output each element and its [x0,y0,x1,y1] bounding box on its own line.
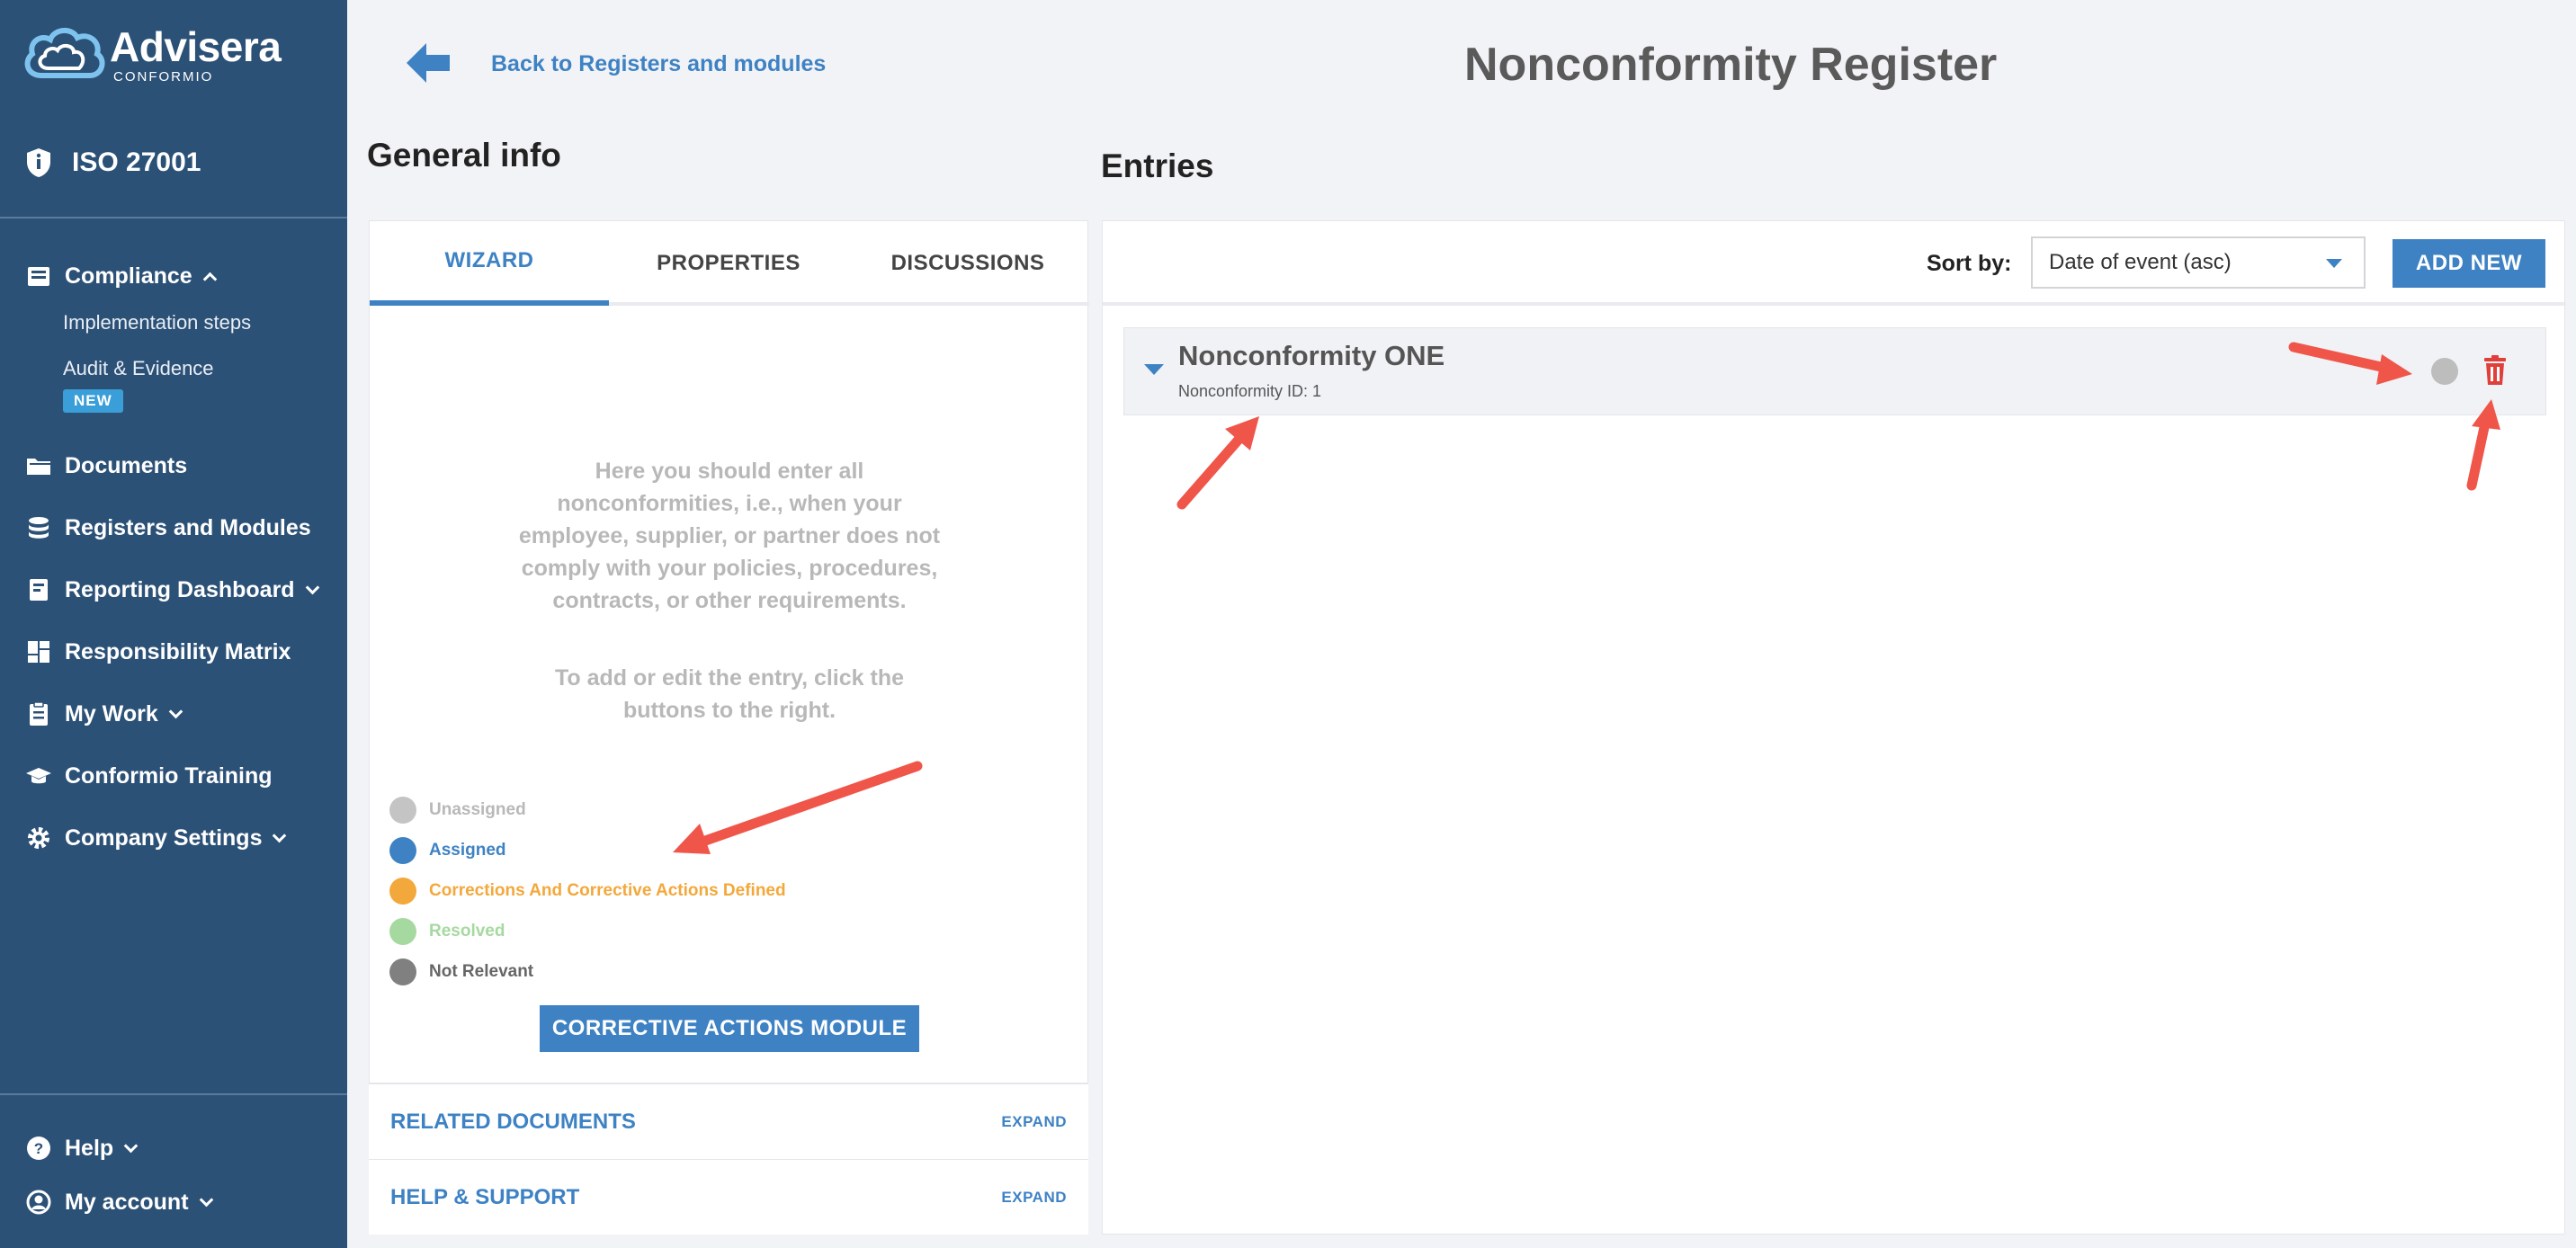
back-arrow-icon[interactable] [407,43,450,83]
sidebar-item-label: Help [65,1135,114,1161]
sidebar-item-label: Reporting Dashboard [65,576,295,602]
sidebar-item-label: Registers and Modules [65,514,311,540]
sidebar-item-conformio-training[interactable]: Conformio Training [25,762,273,789]
expand-button[interactable]: EXPAND [1001,1189,1067,1207]
svg-text:?: ? [34,1140,43,1157]
logo-sub: CONFORMIO [113,68,214,85]
inbox-icon [28,267,49,286]
folder-icon [27,459,50,475]
sidebar-item-reporting-dashboard[interactable]: Reporting Dashboard [25,576,319,603]
sidebar-divider [0,1093,347,1095]
sidebar-item-compliance[interactable]: Compliance [25,263,217,290]
shield-icon [27,148,50,177]
tab-properties[interactable]: PROPERTIES [609,221,848,306]
database-icon [29,517,49,539]
legend-label: Corrections And Corrective Actions Defin… [429,881,786,900]
legend-label: Resolved [429,922,505,940]
logo-name: Advisera [110,22,282,70]
annotation-arrow-icon [673,761,923,854]
sidebar-item-label: Responsibility Matrix [65,638,291,664]
sidebar-item-label: Company Settings [65,825,263,851]
legend-label: Unassigned [429,800,526,819]
entries-toolbar: Sort by: Date of event (asc) ADD NEW [1103,221,2566,306]
chevron-down-icon [273,828,287,842]
status-dot-icon [389,797,416,824]
new-badge: NEW [63,389,123,413]
entry-title: Nonconformity ONE [1178,340,1445,371]
sort-value: Date of event (asc) [2049,250,2232,274]
sidebar-item-label: Documents [65,452,188,478]
advisera-logo[interactable]: Advisera CONFORMIO [22,22,282,86]
clipboard-icon [30,701,48,726]
standard-label: ISO 27001 [72,147,201,177]
legend-label: Not Relevant [429,962,534,981]
sidebar: Advisera CONFORMIO ISO 27001 Compliance … [0,0,347,1248]
tab-discussions[interactable]: DISCUSSIONS [848,221,1087,306]
standard-selector[interactable]: ISO 27001 [25,147,201,178]
user-circle-icon [26,1190,51,1215]
expand-button[interactable]: EXPAND [1001,1113,1067,1131]
sidebar-item-my-account[interactable]: My account [25,1189,213,1216]
help-icon: ? [27,1137,50,1160]
page-title: Nonconformity Register [1464,39,1998,91]
report-icon [30,579,48,601]
sidebar-subitem-implementation-steps[interactable]: Implementation steps [63,311,251,334]
add-new-button[interactable]: ADD NEW [2393,239,2545,288]
related-documents-accordion[interactable]: RELATED DOCUMENTS EXPAND [369,1083,1088,1159]
legend-assigned: Assigned [389,837,506,864]
legend-not-relevant: Not Relevant [389,958,533,985]
dropdown-caret-icon [2326,259,2342,268]
chevron-up-icon [202,272,217,286]
tab-wizard[interactable]: WIZARD [370,221,609,306]
chevron-down-icon [305,580,319,594]
entry-id: Nonconformity ID: 1 [1178,382,1322,400]
sidebar-item-company-settings[interactable]: Company Settings [25,825,287,851]
grid-icon [28,641,49,663]
sidebar-item-help[interactable]: ? Help [25,1135,139,1162]
accordion-title: HELP & SUPPORT [390,1184,580,1209]
general-info-tabs: WIZARD PROPERTIES DISCUSSIONS [370,221,1089,306]
sidebar-item-my-work[interactable]: My Work [25,700,183,727]
graduation-cap-icon [26,768,51,784]
legend-corrections-defined: Corrections And Corrective Actions Defin… [389,878,786,905]
gear-icon [28,827,49,849]
back-to-registers-link[interactable]: Back to Registers and modules [491,51,826,77]
status-dot-icon [389,958,416,985]
general-info-panel: WIZARD PROPERTIES DISCUSSIONS Here you s… [369,220,1089,1083]
entries-title: Entries [1101,147,1214,184]
help-support-accordion[interactable]: HELP & SUPPORT EXPAND [369,1159,1088,1235]
sidebar-item-registers[interactable]: Registers and Modules [25,514,311,541]
chevron-down-icon [199,1192,213,1207]
accordion-title: RELATED DOCUMENTS [390,1109,636,1134]
sidebar-item-label: Compliance [65,263,192,289]
status-dot-icon [389,918,416,945]
annotation-arrow-icon [1176,416,1259,510]
corrective-actions-module-button[interactable]: CORRECTIVE ACTIONS MODULE [540,1005,919,1052]
sidebar-item-label: My account [65,1189,189,1215]
status-indicator[interactable] [2431,358,2458,385]
sidebar-item-label: Conformio Training [65,762,273,789]
annotation-arrow-icon [2288,342,2412,385]
sidebar-item-label: My Work [65,700,158,727]
status-dot-icon [389,837,416,864]
expand-caret-icon[interactable] [1144,364,1164,375]
sidebar-subitem-audit-evidence[interactable]: Audit & Evidence [63,357,214,380]
sidebar-item-responsibility-matrix[interactable]: Responsibility Matrix [25,638,291,665]
sort-label: Sort by: [1927,251,2012,276]
legend-label: Assigned [429,841,506,860]
wizard-hint-text: To add or edit the entry, click the butt… [554,665,905,723]
trash-icon[interactable] [2482,355,2508,386]
sidebar-item-documents[interactable]: Documents [25,452,187,479]
sidebar-divider [0,217,347,218]
legend-unassigned: Unassigned [389,797,526,824]
chevron-down-icon [123,1138,139,1153]
annotation-arrow-icon [2466,399,2500,491]
chevron-down-icon [168,704,183,718]
legend-resolved: Resolved [389,918,505,945]
wizard-info-text: Here you should enter all nonconformitie… [518,459,941,613]
status-dot-icon [389,878,416,905]
general-info-title: General info [367,137,561,174]
sort-select[interactable]: Date of event (asc) [2031,236,2366,289]
cloud-logo-icon [24,28,105,78]
